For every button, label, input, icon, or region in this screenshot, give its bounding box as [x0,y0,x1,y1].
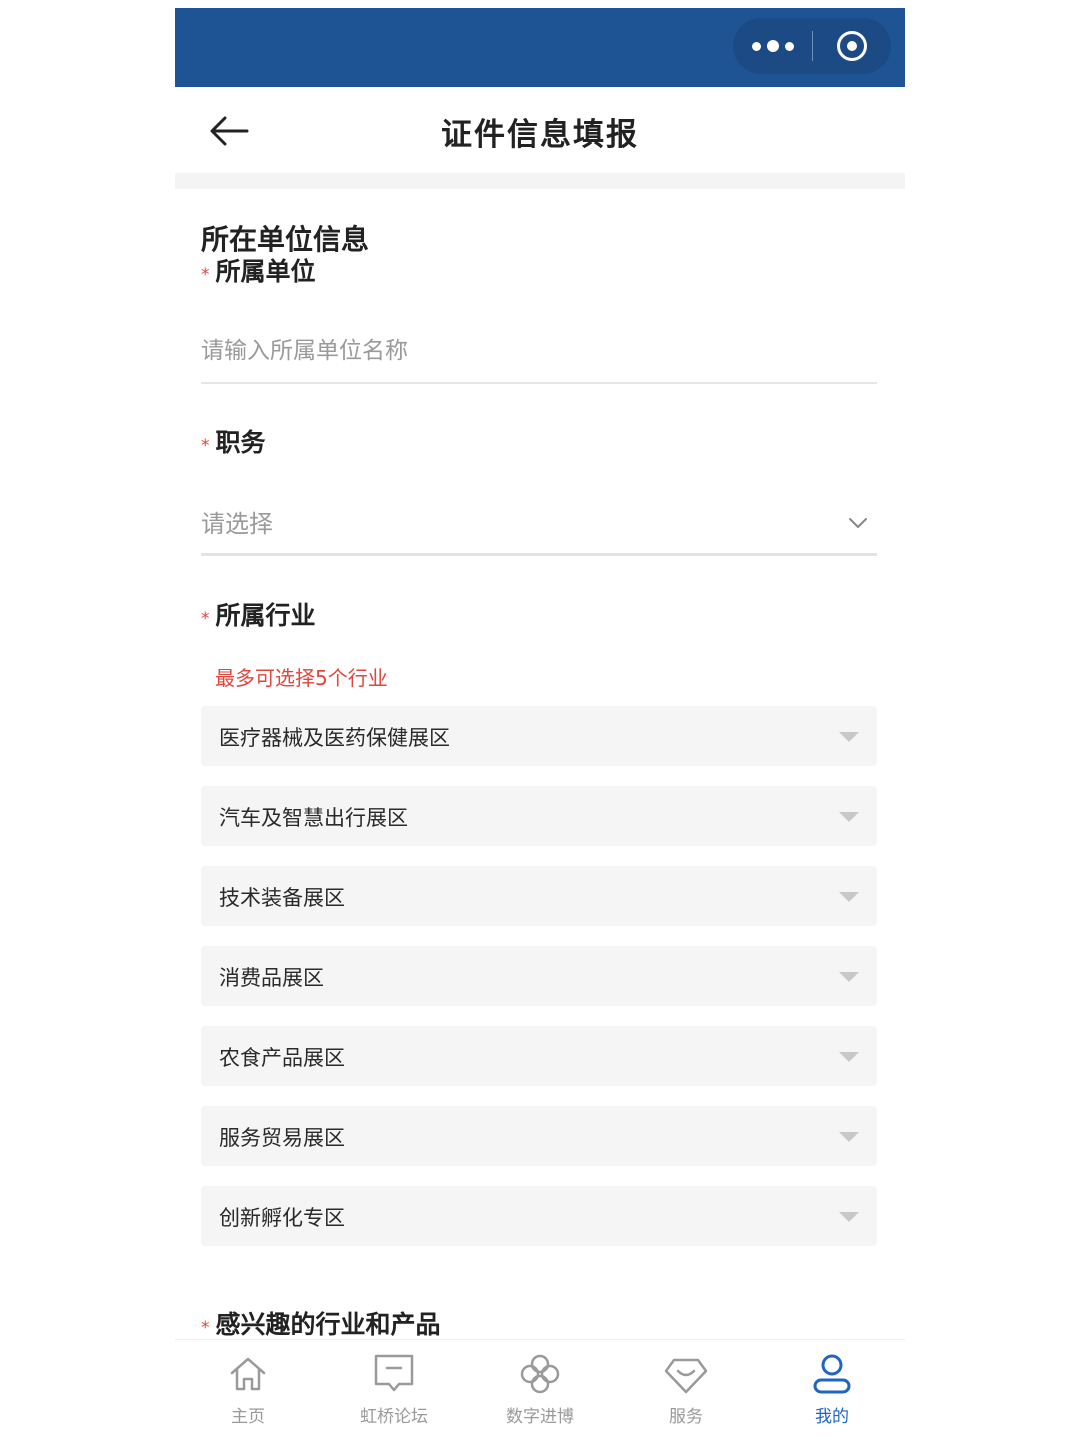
more-dot-icon [766,40,779,52]
industry-dropdown-label: 创新孵化专区 [219,1206,345,1230]
tab-home[interactable]: 主页 [175,1340,321,1443]
page-title: 证件信息填报 [441,117,639,153]
industry-label: * 所属行业 [201,596,316,632]
industry-dropdown[interactable]: 服务贸易展区 [201,1106,877,1166]
target-icon [837,31,867,61]
industry-dropdown[interactable]: 医疗器械及医药保健展区 [201,706,877,766]
chevron-down-icon [849,518,867,528]
industry-dropdown[interactable]: 技术装备展区 [201,866,877,926]
required-mark: * [201,609,210,629]
caret-down-icon [839,1052,859,1062]
home-icon [230,1357,266,1391]
industry-dropdown-label: 医疗器械及医药保健展区 [219,726,450,750]
tab-label: 我的 [815,1407,849,1427]
caret-down-icon [839,972,859,982]
tab-label: 数字进博 [506,1407,574,1427]
required-mark: * [201,436,210,456]
industry-hint: 最多可选择5个行业 [215,666,388,690]
industry-label-text: 所属行业 [215,601,316,630]
required-mark: * [201,265,210,285]
industry-dropdown-label: 技术装备展区 [219,886,345,910]
caret-down-icon [839,732,859,742]
industry-dropdown-label: 农食产品展区 [219,1046,345,1070]
forum-icon [374,1354,414,1392]
industry-dropdown-label: 消费品展区 [219,966,324,990]
tab-forum[interactable]: 虹桥论坛 [321,1340,467,1443]
bottom-tab-bar: 主页 虹桥论坛 数字进博 服务 我的 [175,1339,905,1443]
status-bar [175,8,905,87]
industry-dropdown[interactable]: 汽车及智慧出行展区 [201,786,877,846]
tab-label: 虹桥论坛 [360,1407,428,1427]
unit-input[interactable] [201,338,877,364]
clover-icon [520,1354,560,1394]
required-mark: * [201,1318,210,1338]
tab-mine[interactable]: 我的 [759,1340,905,1443]
position-select[interactable]: 请选择 [201,498,877,556]
app-screen: 证件信息填报 所在单位信息 * 所属单位 * 职务 请选择 * 所属行业 最多可… [175,8,905,1443]
position-label: * 职务 [201,423,266,459]
industry-dropdown[interactable]: 消费品展区 [201,946,877,1006]
tab-label: 主页 [231,1407,265,1427]
tab-digital-expo[interactable]: 数字进博 [467,1340,613,1443]
diamond-icon [664,1358,708,1394]
caret-down-icon [839,812,859,822]
header-divider [175,173,905,189]
position-label-text: 职务 [215,428,266,457]
interest-label: * 感兴趣的行业和产品 [201,1305,441,1341]
mini-program-capsule [733,18,891,74]
caret-down-icon [839,892,859,902]
industry-dropdown-label: 服务贸易展区 [219,1126,345,1150]
industry-dropdown[interactable]: 农食产品展区 [201,1026,877,1086]
tab-label: 服务 [669,1407,703,1427]
close-mini-program-button[interactable] [813,18,891,74]
industry-dropdown[interactable]: 创新孵化专区 [201,1186,877,1246]
position-placeholder: 请选择 [201,510,273,538]
user-icon [813,1354,851,1394]
unit-input-wrapper [201,338,877,384]
tab-service[interactable]: 服务 [613,1340,759,1443]
interest-label-text: 感兴趣的行业和产品 [215,1310,441,1339]
more-menu-button[interactable] [733,18,812,74]
nav-header: 证件信息填报 [175,87,905,173]
unit-label: * 所属单位 [201,252,316,288]
industry-dropdown-label: 汽车及智慧出行展区 [219,806,408,830]
caret-down-icon [839,1132,859,1142]
caret-down-icon [839,1212,859,1222]
more-dot-icon [751,41,761,51]
unit-label-text: 所属单位 [215,257,316,286]
more-dot-icon [784,41,794,51]
